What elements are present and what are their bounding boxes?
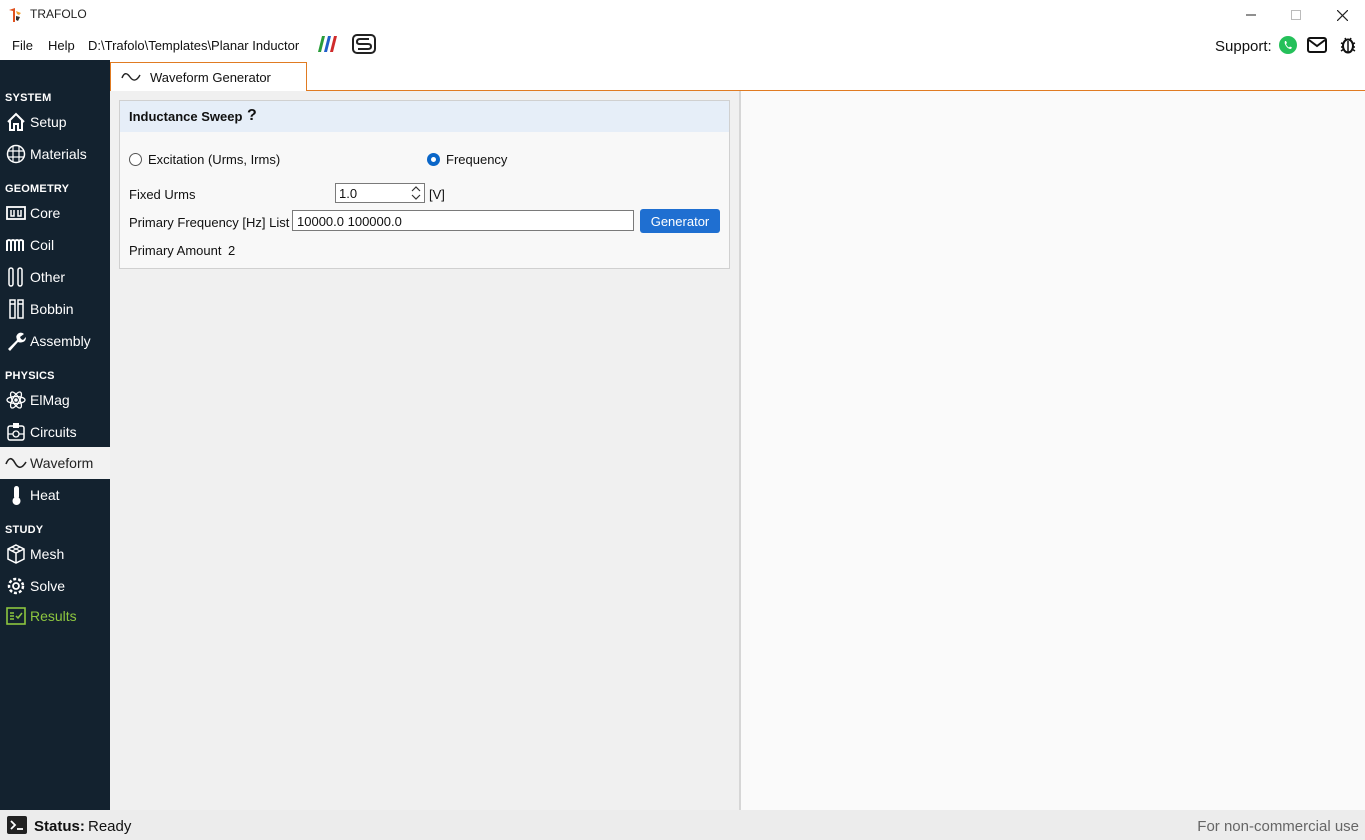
status-bar: Status: Ready For non-commercial use: [0, 810, 1365, 840]
status-value: Ready: [88, 818, 132, 835]
sidebar-item-circuits[interactable]: Circuits: [0, 416, 110, 448]
sidebar-item-coil[interactable]: Coil: [0, 229, 110, 261]
group-header: Inductance Sweep ?: [120, 101, 729, 132]
spin-arrows-icon[interactable]: [409, 184, 423, 202]
sidebar-item-elmag[interactable]: ElMag: [0, 384, 110, 416]
generator-button[interactable]: Generator: [640, 209, 720, 233]
menu-bar: File Help D:\Trafolo\Templates\Planar In…: [0, 30, 1365, 60]
sidebar-item-mesh[interactable]: Mesh: [0, 538, 110, 570]
gear-icon: [7, 577, 25, 595]
minimize-button[interactable]: [1228, 0, 1274, 30]
sidebar-item-bobbin[interactable]: Bobbin: [0, 293, 110, 325]
terminal-icon: [7, 816, 27, 834]
sine-wave-icon: [5, 457, 27, 469]
sidebar-item-label: Waveform: [30, 455, 94, 471]
sidebar-item-core[interactable]: Core: [0, 197, 110, 229]
radio-frequency[interactable]: Frequency: [427, 152, 507, 167]
sidebar: SYSTEM Setup Materials GEOMETRY Core Coi…: [0, 60, 110, 810]
sidebar-item-label: Results: [30, 608, 77, 624]
tab-label: Waveform Generator: [150, 69, 271, 85]
other-icon: [8, 267, 23, 287]
support-label: Support:: [1215, 38, 1272, 55]
sidebar-item-label: Core: [30, 205, 61, 221]
sidebar-item-heat[interactable]: Heat: [0, 479, 110, 511]
mesh-cube-icon: [7, 544, 25, 564]
results-checklist-icon: [6, 607, 26, 625]
radio-indicator[interactable]: [129, 153, 142, 166]
section-label-geometry: GEOMETRY: [5, 183, 70, 195]
sine-wave-icon: [121, 73, 141, 81]
radio-excitation[interactable]: Excitation (Urms, Irms): [129, 152, 280, 167]
main-right-panel: [741, 91, 1365, 810]
grid-globe-icon: [6, 144, 26, 164]
radio-label: Excitation (Urms, Irms): [148, 152, 281, 167]
radio-indicator[interactable]: [427, 153, 440, 166]
sidebar-item-materials[interactable]: Materials: [0, 138, 110, 170]
sidebar-item-label: Assembly: [30, 333, 91, 349]
paraview-logo-icon[interactable]: [315, 36, 339, 52]
license-notice: For non-commercial use: [1197, 818, 1359, 835]
atom-icon: [6, 391, 26, 409]
sidebar-item-assembly[interactable]: Assembly: [0, 325, 110, 357]
sidebar-item-other[interactable]: Other: [0, 261, 110, 293]
inductance-sweep-group: Inductance Sweep ? Excitation (Urms, Irm…: [119, 100, 730, 269]
sidebar-item-setup[interactable]: Setup: [0, 106, 110, 138]
s-logo-icon[interactable]: [352, 34, 376, 54]
minimize-icon: [1246, 14, 1256, 16]
mail-icon[interactable]: [1307, 35, 1327, 55]
bug-icon[interactable]: [1338, 35, 1358, 55]
fixed-urms-label: Fixed Urms: [129, 187, 196, 202]
trafolo-logo-icon: [9, 8, 21, 22]
freq-list-value: 10000.0 100000.0: [297, 214, 402, 229]
window-title: TRAFOLO: [30, 7, 87, 21]
home-icon: [7, 112, 25, 131]
whatsapp-icon[interactable]: [1278, 35, 1298, 55]
primary-amount-value: 2: [228, 243, 236, 258]
menu-help[interactable]: Help: [48, 38, 75, 53]
circuit-icon: [7, 423, 25, 441]
sidebar-item-label: Other: [30, 269, 66, 285]
bobbin-icon: [9, 299, 24, 319]
maximize-button[interactable]: [1273, 0, 1319, 30]
project-path: D:\Trafolo\Templates\Planar Inductor: [88, 38, 300, 53]
tab-waveform-generator[interactable]: Waveform Generator: [110, 62, 307, 92]
fixed-urms-value: 1.0: [339, 186, 358, 201]
sidebar-item-label: Solve: [30, 578, 66, 594]
sidebar-item-label: Heat: [30, 487, 60, 503]
help-icon[interactable]: ?: [247, 107, 257, 125]
sidebar-item-label: ElMag: [30, 392, 70, 408]
wrench-icon: [8, 332, 26, 351]
sidebar-item-waveform[interactable]: Waveform: [0, 447, 110, 479]
sidebar-item-results[interactable]: Results: [0, 600, 110, 632]
sidebar-item-label: Circuits: [30, 424, 77, 440]
sidebar-item-label: Mesh: [30, 546, 65, 562]
tab-bar: Waveform Generator: [110, 60, 1365, 92]
fixed-urms-unit: [V]: [429, 187, 445, 202]
close-icon: [1336, 9, 1348, 21]
primary-amount-label: Primary Amount: [129, 243, 222, 258]
title-bar: TRAFOLO: [0, 0, 1365, 30]
sidebar-item-label: Coil: [30, 237, 55, 253]
maximize-icon: [1291, 10, 1301, 20]
core-icon: [6, 206, 26, 220]
coil-icon: [6, 239, 24, 251]
sidebar-item-label: Bobbin: [30, 301, 74, 317]
sidebar-item-label: Materials: [30, 146, 87, 162]
fixed-urms-spinbox[interactable]: 1.0: [335, 183, 425, 203]
freq-list-label: Primary Frequency [Hz] List: [129, 215, 290, 230]
menu-file[interactable]: File: [12, 38, 33, 53]
group-title: Inductance Sweep: [129, 109, 243, 124]
status-label: Status:: [34, 818, 85, 835]
sidebar-item-label: Setup: [30, 114, 67, 130]
close-button[interactable]: [1319, 0, 1365, 30]
section-label-study: STUDY: [5, 524, 44, 536]
thermometer-icon: [12, 486, 21, 505]
section-label-physics: PHYSICS: [5, 370, 55, 382]
radio-label: Frequency: [446, 152, 508, 167]
freq-list-input[interactable]: 10000.0 100000.0: [292, 210, 634, 231]
sidebar-top-strip: [0, 60, 110, 90]
sidebar-item-solve[interactable]: Solve: [0, 570, 110, 602]
section-label-system: SYSTEM: [5, 92, 52, 104]
